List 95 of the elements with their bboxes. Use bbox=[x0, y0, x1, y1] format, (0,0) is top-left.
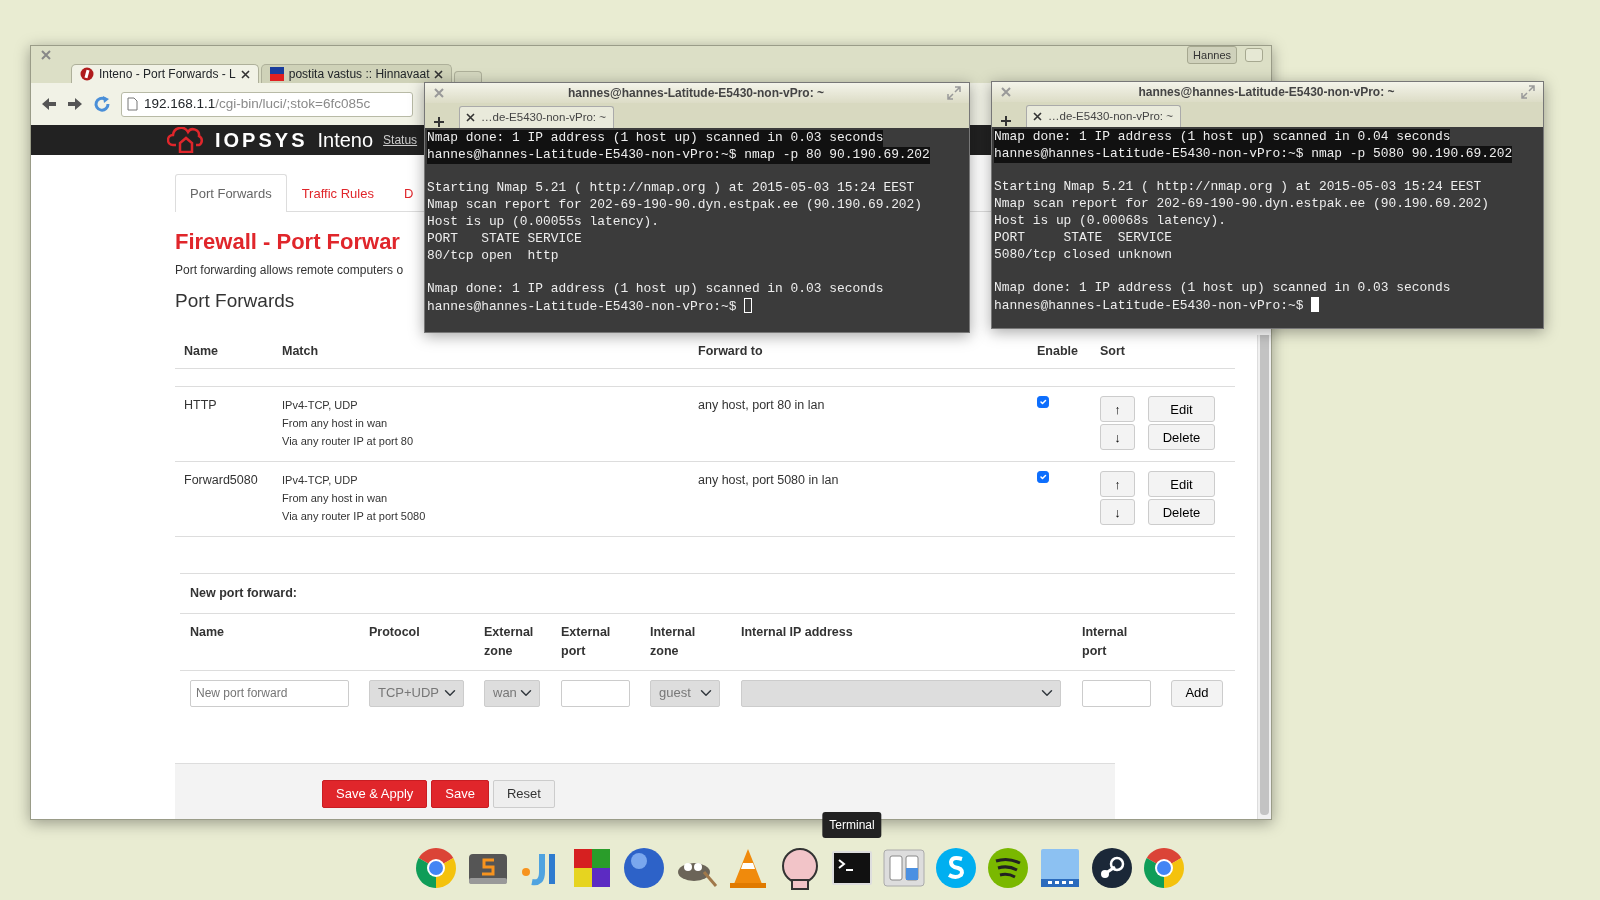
column-header: Protocol bbox=[369, 625, 420, 640]
page-tab[interactable]: Traffic Rules bbox=[286, 174, 389, 211]
table-cell: any host, port 5080 in lan bbox=[689, 461, 1028, 537]
description-text: Port forwarding allows remote computers o bbox=[175, 262, 404, 280]
window-title: hannes@hannes-Latitude-E5430-non-vPro: ~ bbox=[567, 85, 825, 102]
reset-button[interactable]: Reset bbox=[492, 779, 555, 808]
terminal-line: Starting Nmap 5.21 ( http://nmap.org ) at 2015-05-03 15:24 EEST bbox=[427, 180, 915, 198]
scrollbar[interactable] bbox=[1257, 335, 1271, 819]
swirl-icon[interactable] bbox=[934, 846, 978, 890]
match-text: Via any router IP at port 5080 bbox=[282, 509, 427, 525]
match-text: From any host in wan bbox=[282, 416, 389, 432]
new-tab-icon[interactable] bbox=[1000, 115, 1012, 127]
terminal-line: Starting Nmap 5.21 ( http://nmap.org ) at 2015-05-03 15:24 EEST bbox=[994, 179, 1482, 197]
terminal-line: hannes@hannes-Latitude-E5430-non-vPro:~$ bbox=[994, 296, 1320, 315]
terminal-line: Nmap scan report for 202-69-190-90.dyn.estpak.ee (90.190.69.202) bbox=[427, 197, 923, 214]
address-field[interactable]: 192.168.1.1/cgi-bin/luci/;stok=6fc085c bbox=[121, 91, 413, 117]
submit-button[interactable]: Save bbox=[431, 779, 489, 808]
move-up-button[interactable]: ↑ bbox=[1100, 396, 1135, 423]
close-icon[interactable] bbox=[466, 113, 475, 122]
edit-button[interactable]: Edit bbox=[1148, 471, 1215, 498]
forward-icon[interactable] bbox=[67, 97, 83, 111]
edit-button[interactable]: Edit bbox=[1148, 396, 1215, 423]
terminal-line: Nmap done: 1 IP address (1 host up) scanned in 0.03 seconds bbox=[994, 280, 1451, 297]
browser-tab[interactable]: Inteno - Port Forwards - L bbox=[71, 64, 259, 83]
linked-circles-icon[interactable] bbox=[1090, 846, 1134, 890]
column-header: Internal zone bbox=[650, 625, 696, 658]
cloud-house-icon bbox=[167, 127, 205, 153]
favicon-icon bbox=[269, 67, 284, 81]
back-icon[interactable] bbox=[41, 97, 57, 111]
terminal-line: 80/tcp open http bbox=[427, 247, 559, 265]
page-tab[interactable]: Port Forwards bbox=[175, 174, 287, 212]
table-cell: HTTP bbox=[175, 386, 273, 462]
color-wheel-icon[interactable] bbox=[1142, 846, 1186, 890]
match-text: From any host in wan bbox=[282, 491, 389, 507]
column-header: Internal port bbox=[1082, 625, 1128, 658]
move-up-button[interactable]: ↑ bbox=[1100, 471, 1135, 498]
column-header: Enable bbox=[1028, 333, 1091, 369]
column-header: External zone bbox=[484, 625, 534, 658]
window-title: hannes@hannes-Latitude-E5430-non-vPro: ~ bbox=[1138, 84, 1395, 101]
terminal-line: Host is up (0.00068s latency). bbox=[994, 213, 1227, 230]
workspace-switcher-icon[interactable] bbox=[882, 846, 926, 890]
move-down-button[interactable]: ↓ bbox=[1100, 499, 1135, 526]
enable-checkbox[interactable] bbox=[1037, 471, 1049, 484]
terminal-line: Host is up (0.00055s latency). bbox=[427, 214, 660, 231]
product-name: Inteno bbox=[317, 128, 374, 153]
terminal-line: PORT STATE SERVICE bbox=[994, 229, 1172, 247]
terminal-line: Nmap done: 1 IP address (1 host up) scanned in 0.03 seconds bbox=[427, 281, 884, 298]
match-text: Via any router IP at port 80 bbox=[282, 434, 415, 450]
page-icon bbox=[127, 97, 138, 111]
reload-icon[interactable] bbox=[93, 95, 111, 113]
page-tab[interactable]: D bbox=[388, 174, 429, 211]
match-text: IPv4-TCP, UDP bbox=[282, 398, 359, 414]
column-header: Sort bbox=[1091, 333, 1148, 369]
column-header: Name bbox=[175, 333, 273, 369]
new-tab-button[interactable] bbox=[454, 71, 483, 83]
delete-button[interactable]: Delete bbox=[1148, 424, 1215, 451]
match-text: IPv4-TCP, UDP bbox=[282, 473, 359, 489]
user-badge: Hannes bbox=[1187, 45, 1237, 65]
terminal-line: 5080/tcp closed unknown bbox=[994, 246, 1172, 264]
close-icon[interactable] bbox=[1033, 112, 1042, 121]
terminal-line: PORT STATE SERVICE bbox=[427, 230, 582, 248]
new-tab-icon[interactable] bbox=[433, 116, 445, 128]
maximize-icon[interactable] bbox=[1521, 85, 1535, 99]
terminal-line: Nmap scan report for 202-69-190-90.dyn.estpak.ee (90.190.69.202) bbox=[994, 196, 1490, 213]
close-icon[interactable] bbox=[434, 69, 444, 79]
terminal-line: hannes@hannes-Latitude-E5430-non-vPro:~$ bbox=[427, 297, 753, 316]
table-cell: any host, port 80 in lan bbox=[689, 386, 1028, 462]
column-header: External port bbox=[561, 625, 611, 658]
color-wheel-icon[interactable] bbox=[414, 846, 458, 890]
browser-tab[interactable]: postita vastus :: Hinnavaat bbox=[260, 64, 453, 83]
enable-checkbox[interactable] bbox=[1037, 396, 1049, 409]
brand-name: IOPSYS bbox=[215, 128, 308, 153]
nav-link[interactable]: Status bbox=[383, 131, 418, 149]
section-title: Port Forwards bbox=[175, 289, 295, 314]
sound-waves-icon[interactable] bbox=[986, 846, 1030, 890]
table-cell: Forward5080 bbox=[175, 461, 273, 537]
desktop-icon[interactable] bbox=[1038, 846, 1082, 890]
page-heading: Firewall - Port Forwar bbox=[175, 230, 400, 255]
favicon-icon bbox=[80, 67, 94, 81]
glossy-ball-icon[interactable] bbox=[622, 846, 666, 890]
column-header: Name bbox=[190, 625, 225, 640]
name-field[interactable]: New port forward bbox=[190, 679, 349, 707]
add-button[interactable]: Add bbox=[1171, 679, 1223, 707]
submit-button[interactable]: Save & Apply bbox=[322, 779, 428, 808]
delete-button[interactable]: Delete bbox=[1148, 499, 1215, 526]
port-field[interactable] bbox=[1082, 679, 1151, 707]
move-down-button[interactable]: ↓ bbox=[1100, 424, 1135, 451]
form-title: New port forward: bbox=[190, 586, 297, 601]
port-field[interactable] bbox=[561, 679, 630, 707]
terminal-tab[interactable]: …de-E5430-non-vPro: ~ bbox=[1026, 105, 1181, 127]
close-icon[interactable] bbox=[240, 69, 250, 79]
terminal-tab[interactable]: …de-E5430-non-vPro: ~ bbox=[459, 106, 614, 128]
column-header: Internal IP address bbox=[741, 625, 853, 640]
maximize-icon[interactable] bbox=[947, 86, 961, 100]
tooltip: Terminal bbox=[822, 812, 882, 838]
